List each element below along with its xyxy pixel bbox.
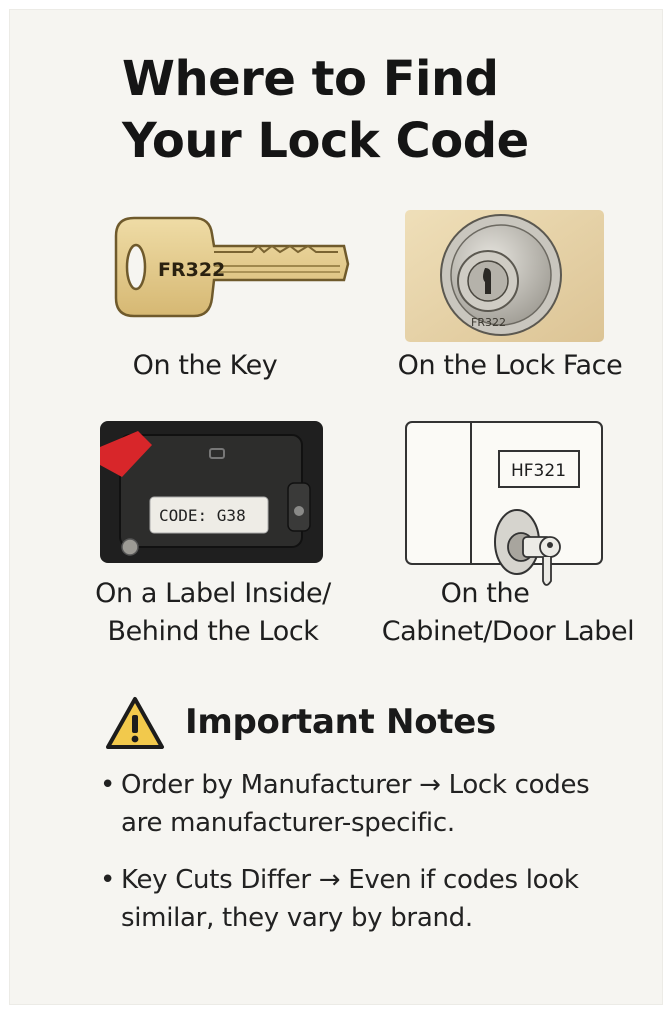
note-item-line-1: Order by Manufacturer → Lock codes: [121, 770, 590, 800]
caption-on-the-lock-face-text: On the Lock Face: [397, 350, 623, 381]
note-item-line-2: similar, they vary by brand.: [121, 903, 473, 933]
bullet-icon: •: [100, 865, 116, 895]
caption-label-inside-line-2: Behind the Lock: [107, 616, 319, 647]
key-code-text: FR322: [158, 259, 225, 281]
note-item: • Key Cuts Differ → Even if codes look s…: [100, 861, 645, 937]
key-icon: FR322: [114, 216, 350, 318]
note-item-line-2: are manufacturer-specific.: [121, 808, 455, 838]
inside-label-illustration: CODE: G38: [100, 421, 323, 563]
title-line-2: Your Lock Code: [122, 113, 529, 169]
bullet-icon: •: [100, 770, 116, 800]
caption-cabinet-label-line-2: Cabinet/Door Label: [381, 616, 635, 647]
key-illustration: FR322: [112, 212, 350, 322]
lock-body-icon: CODE: G38: [100, 421, 323, 563]
cabinet-label-illustration: HF321: [405, 421, 605, 594]
caption-on-the-key-text: On the Key: [132, 350, 278, 381]
notes-heading: Important Notes: [185, 702, 496, 742]
caption-cabinet-label: On the Cabinet/Door Label: [358, 575, 658, 651]
cabinet-door-icon: HF321: [405, 421, 603, 586]
caption-on-the-lock-face: On the Lock Face: [377, 347, 643, 385]
title-line-1: Where to Find: [122, 51, 499, 107]
caption-cabinet-label-line-1: On the: [440, 578, 530, 609]
page-title: Where to Find Your Lock Code: [122, 48, 642, 172]
note-item: • Order by Manufacturer → Lock codes are…: [100, 766, 645, 842]
note-item-line-1: Key Cuts Differ → Even if codes look: [121, 865, 579, 895]
cabinet-label-code-text: HF321: [511, 461, 566, 481]
caption-label-inside: On a Label Inside/ Behind the Lock: [70, 575, 356, 651]
caption-on-the-key: On the Key: [100, 347, 310, 385]
caption-label-inside-line-1: On a Label Inside/: [95, 578, 331, 609]
lock-face-illustration: FR322: [405, 210, 604, 342]
lock-face-code-text: FR322: [471, 316, 506, 329]
cylinder-lock-icon: FR322: [405, 210, 604, 342]
inside-label-code-text: CODE: G38: [159, 506, 246, 525]
warning-icon: [104, 695, 166, 755]
